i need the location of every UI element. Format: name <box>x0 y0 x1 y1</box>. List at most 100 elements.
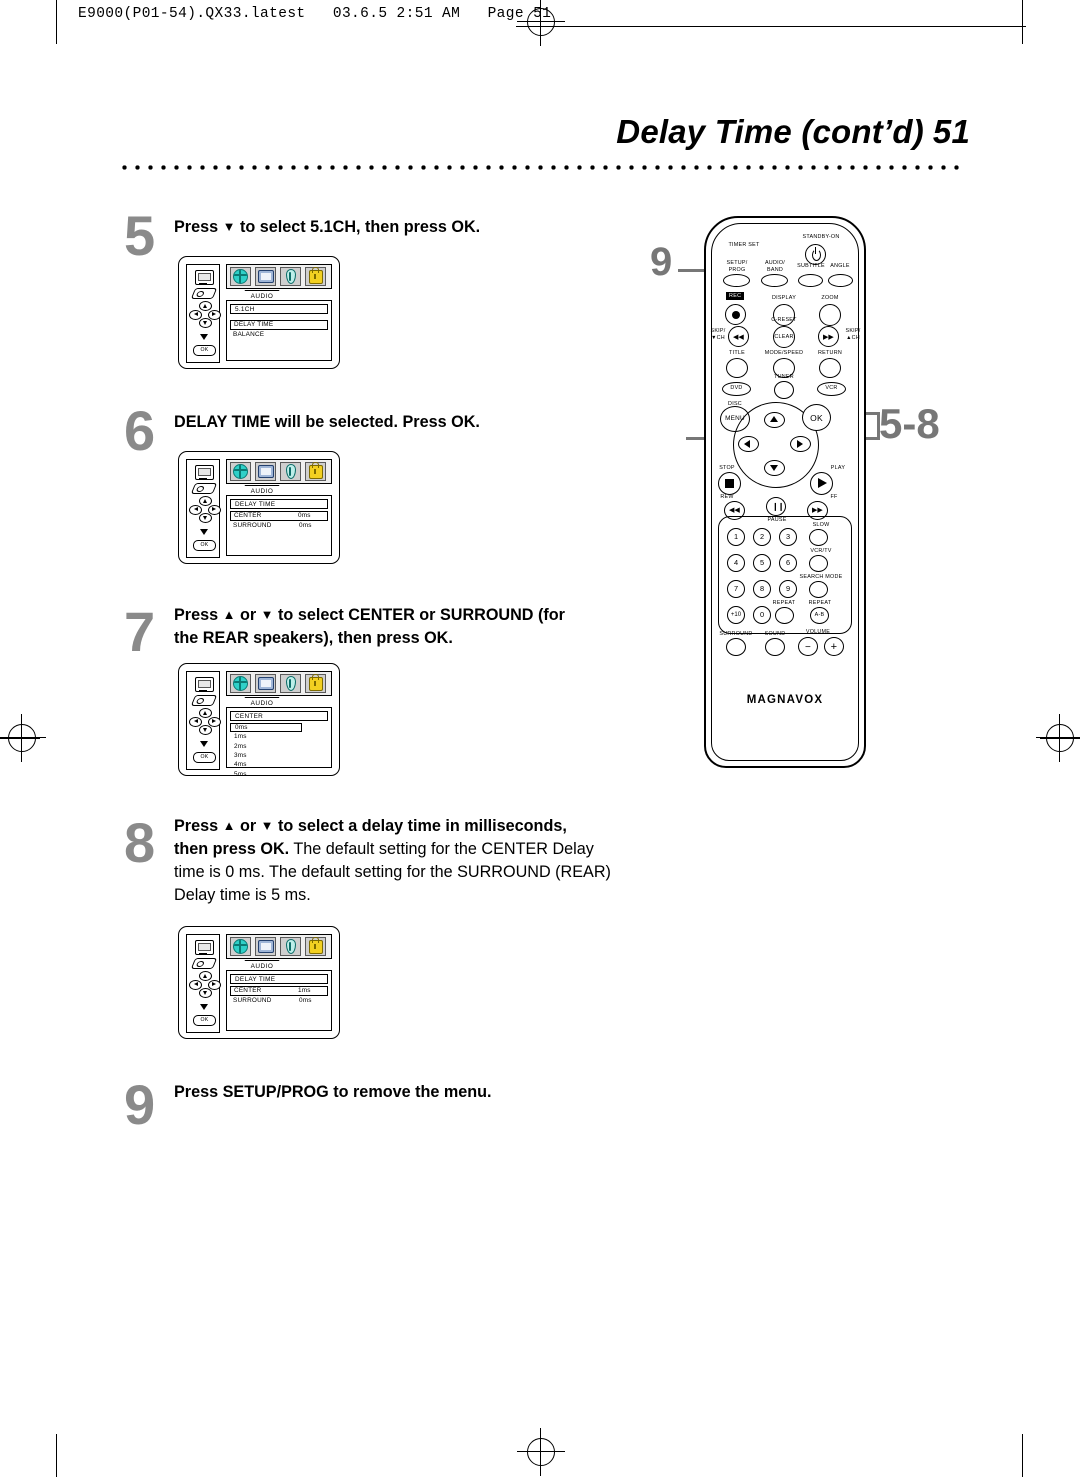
down-arrow-icon <box>200 1004 208 1010</box>
osd-tab-display[interactable] <box>255 267 276 286</box>
osd-row-value: 0ms <box>298 512 311 520</box>
dpad-left-icon <box>189 504 202 515</box>
ok-hint-button: OK <box>193 540 216 551</box>
dpad-right-icon <box>208 979 221 990</box>
osd-tab-display[interactable] <box>255 674 276 693</box>
osd-tab-audio[interactable] <box>280 267 301 286</box>
print-slug: E9000(P01-54).QX33.latest 03.6.5 2:51 AM… <box>78 6 552 22</box>
rew-label: REW <box>720 494 734 500</box>
crop-mark-tl-v <box>56 0 58 44</box>
osd-row-surround[interactable]: SURROUND 0ms <box>230 996 328 1006</box>
osd-row-delay-time[interactable]: DELAY TIME <box>230 320 328 330</box>
screen-icon <box>257 270 274 283</box>
osd-list-item[interactable]: 0ms <box>230 723 302 733</box>
osd-tab-audio[interactable] <box>280 937 301 956</box>
osd-tab-bar <box>226 264 332 289</box>
osd-list-item[interactable]: 2ms <box>230 742 328 751</box>
skip-up-label-2: ▲CH <box>846 335 860 341</box>
title-button[interactable] <box>726 358 748 378</box>
key-plus10[interactable]: +10 <box>727 606 745 624</box>
vcr-tv-label: VCR/TV <box>810 548 832 554</box>
repeat-button[interactable] <box>775 607 794 624</box>
osd-tab-lock[interactable] <box>305 673 326 693</box>
osd-header-5: 5.1CH <box>230 304 328 314</box>
skip-forward-icon: ▶▶ <box>823 334 834 341</box>
key-2[interactable]: 2 <box>753 528 771 546</box>
surround-label: SURROUND <box>719 631 753 637</box>
osd-tab-audio[interactable] <box>280 674 301 693</box>
repeat-ab-label-1: REPEAT <box>808 600 832 606</box>
power-icon-bar <box>815 247 817 254</box>
osd-header-8: DELAY TIME <box>230 974 328 984</box>
crop-mark-br-v <box>1022 1434 1024 1477</box>
osd-list-item[interactable]: 5ms <box>230 769 328 778</box>
osd-row-balance[interactable]: BALANCE <box>230 330 328 340</box>
slow-button[interactable] <box>809 529 828 546</box>
setup-prog-button[interactable] <box>723 274 750 287</box>
globe-icon <box>233 676 248 691</box>
audio-band-button[interactable] <box>761 274 788 287</box>
surround-button[interactable] <box>726 638 746 656</box>
osd-tab-bar <box>226 934 332 959</box>
osd-tab-general[interactable] <box>230 674 251 693</box>
osd-tab-lock[interactable] <box>305 266 326 286</box>
osd-row-surround[interactable]: SURROUND 0ms <box>230 521 328 531</box>
osd-tab-general[interactable] <box>230 937 251 956</box>
setup-prog-label-1: SETUP/ <box>726 260 748 266</box>
osd-list-item[interactable]: 3ms <box>230 751 328 760</box>
sound-button[interactable] <box>765 638 785 656</box>
osd-tab-lock[interactable] <box>305 461 326 481</box>
osd-row-center[interactable]: CENTER 0ms <box>230 511 328 521</box>
osd-tab-general[interactable] <box>230 462 251 481</box>
search-mode-button[interactable] <box>809 581 828 598</box>
osd-row-value: 0ms <box>299 996 312 1004</box>
vcr-tv-button[interactable] <box>809 555 828 572</box>
standby-label: STANDBY-ON <box>802 234 840 240</box>
zoom-button[interactable] <box>819 304 841 326</box>
key-3[interactable]: 3 <box>779 528 797 546</box>
power-icon <box>812 249 821 261</box>
key-0[interactable]: 0 <box>753 606 771 624</box>
return-button[interactable] <box>819 358 841 378</box>
osd-tab-bar <box>226 459 332 484</box>
osd-tab-bar <box>226 671 332 696</box>
lock-icon <box>308 461 323 479</box>
osd-tab-audio[interactable] <box>280 462 301 481</box>
setup-prog-label-2: PROG <box>728 267 746 273</box>
osd-row-center[interactable]: CENTER 1ms <box>230 986 328 996</box>
stop-icon <box>725 479 734 488</box>
osd-panel-6: DELAY TIME CENTER 0ms SURROUND 0ms <box>226 495 332 556</box>
key-1[interactable]: 1 <box>727 528 745 546</box>
disc-icon <box>190 288 218 299</box>
key-4[interactable]: 4 <box>727 554 745 572</box>
osd-tab-display[interactable] <box>255 462 276 481</box>
osd-list-item[interactable]: 4ms <box>230 760 328 769</box>
screen-icon <box>257 940 274 953</box>
subtitle-button[interactable] <box>798 274 823 287</box>
dpad-up-icon <box>198 496 212 506</box>
osd-left-rail: OK <box>186 459 221 558</box>
osd-tab-lock[interactable] <box>305 936 326 956</box>
disc-icon <box>190 958 218 969</box>
osd-list-item[interactable]: 1ms <box>230 732 328 741</box>
lock-icon <box>308 673 323 691</box>
tv-stand-icon <box>199 953 207 955</box>
c-reset-label: C-RESET <box>771 317 797 323</box>
step-text-9: Press SETUP/PROG to remove the menu. <box>174 1083 492 1101</box>
drop-icon <box>285 464 296 479</box>
key-8[interactable]: 8 <box>753 580 771 598</box>
osd-tab-general[interactable] <box>230 267 251 286</box>
tuner-label: TUNER <box>774 374 794 380</box>
key-9[interactable]: 9 <box>779 580 797 598</box>
key-5[interactable]: 5 <box>753 554 771 572</box>
key-7[interactable]: 7 <box>727 580 745 598</box>
osd-tab-display[interactable] <box>255 937 276 956</box>
audio-band-label-1: AUDIO/ <box>764 260 786 266</box>
dpad-icon <box>189 301 221 331</box>
key-6[interactable]: 6 <box>779 554 797 572</box>
slug-rule <box>516 26 1026 28</box>
osd-row-label: CENTER <box>234 512 262 520</box>
dpad-icon <box>189 971 221 1001</box>
angle-button[interactable] <box>828 274 853 287</box>
tuner-button[interactable] <box>774 381 794 399</box>
